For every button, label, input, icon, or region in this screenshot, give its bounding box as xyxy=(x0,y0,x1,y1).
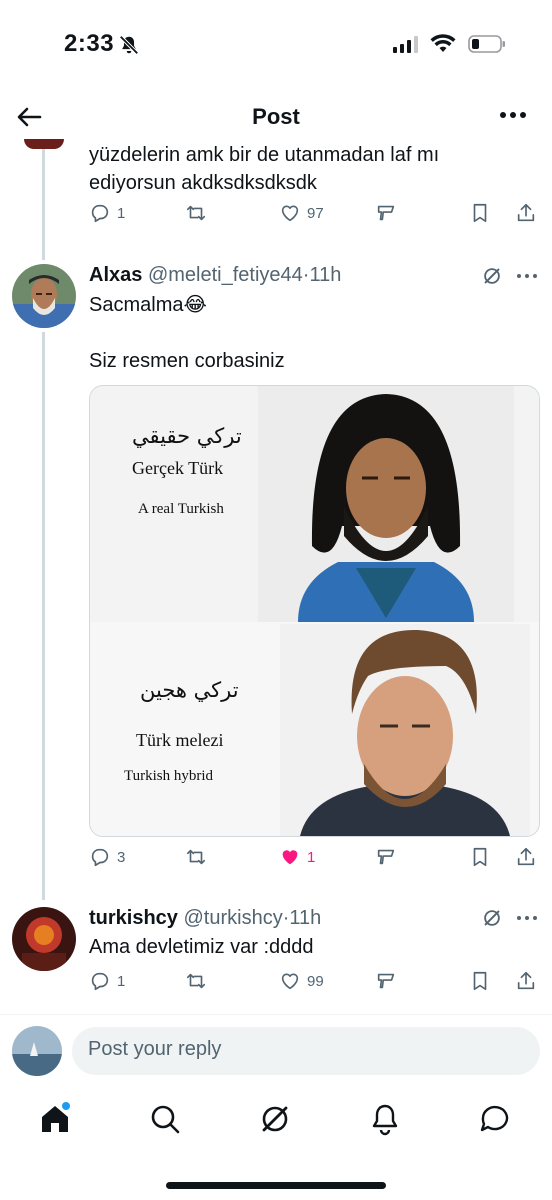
parent-post-actions: 1 97 xyxy=(89,202,541,232)
like-icon xyxy=(282,850,298,865)
reply-button[interactable]: 1 xyxy=(89,970,125,992)
avatar-turkishcy-image xyxy=(12,907,76,971)
post-time: 11h xyxy=(309,264,342,286)
messages-icon[interactable] xyxy=(478,1102,512,1136)
like-button[interactable]: 99 xyxy=(279,970,324,992)
bottom-tab-bar xyxy=(0,1088,552,1158)
repost-icon xyxy=(186,849,206,865)
share-icon xyxy=(517,847,535,866)
share-button[interactable] xyxy=(515,970,537,992)
meme-bottom-arabic: تركي هجين xyxy=(140,678,239,702)
more-icon[interactable] xyxy=(498,110,528,120)
meme-bottom-english: Turkish hybrid xyxy=(124,768,214,784)
reply-count: 1 xyxy=(117,972,126,990)
views-icon xyxy=(377,849,395,865)
reply-count: 1 xyxy=(117,204,126,222)
top-header: Post xyxy=(0,92,552,142)
page-title: Post xyxy=(252,104,300,129)
reply-button[interactable]: 1 xyxy=(89,202,125,224)
post-header-alxas: Alxas @meleti_fetiye44·11h xyxy=(89,264,342,286)
repost-icon xyxy=(186,973,206,989)
avatar-turkishcy[interactable] xyxy=(12,907,76,971)
home-indicator xyxy=(166,1182,386,1189)
meme-photo-hybrid-turk xyxy=(280,624,530,836)
like-count: 1 xyxy=(307,848,316,866)
post-time: 11h xyxy=(289,907,322,929)
home-icon[interactable] xyxy=(38,1102,72,1136)
reply-icon xyxy=(91,848,109,867)
my-avatar-image xyxy=(12,1026,62,1076)
repost-icon xyxy=(186,205,206,221)
share-button[interactable] xyxy=(515,846,537,868)
post-actions-alxas: 3 1 xyxy=(89,846,541,876)
search-icon[interactable] xyxy=(148,1102,182,1136)
thread-line xyxy=(42,142,45,260)
grok-icon[interactable] xyxy=(481,265,503,287)
bookmark-icon xyxy=(473,847,487,867)
post-actions-turkishcy: 1 99 xyxy=(89,970,541,1000)
share-button[interactable] xyxy=(515,202,537,224)
wifi-icon xyxy=(430,34,456,52)
like-button[interactable]: 97 xyxy=(279,202,324,224)
grok-icon[interactable] xyxy=(258,1102,292,1136)
post-text: Ama devletimiz var :dddd xyxy=(89,936,314,958)
meme-top-arabic: تركي حقيقي xyxy=(132,424,242,448)
views-icon xyxy=(377,205,395,221)
like-count: 99 xyxy=(307,972,324,990)
thread-line xyxy=(42,332,45,900)
grok-icon[interactable] xyxy=(481,907,503,929)
my-avatar[interactable] xyxy=(12,1026,62,1076)
meme-photo-real-turk xyxy=(258,386,514,622)
share-icon xyxy=(517,203,535,222)
reply-bar: Post your reply xyxy=(0,1015,552,1085)
reply-button[interactable]: 3 xyxy=(89,846,125,868)
bookmark-button[interactable] xyxy=(469,202,491,224)
notifications-icon[interactable] xyxy=(368,1102,402,1136)
cellular-signal-icon xyxy=(393,35,418,53)
views-button[interactable] xyxy=(375,846,397,868)
bookmark-icon xyxy=(473,971,487,991)
parent-post-text: yüzdelerin amk bir de utanmadan laf mı e… xyxy=(89,144,440,194)
avatar-alxas-image xyxy=(12,264,76,328)
meme-top-turkish: Gerçek Türk xyxy=(132,458,224,478)
post-text-line1: Sacmalma😂 xyxy=(89,294,207,316)
bookmark-button[interactable] xyxy=(469,846,491,868)
display-name[interactable]: turkishcy xyxy=(89,907,178,929)
views-icon xyxy=(377,973,395,989)
meme-top-english: A real Turkish xyxy=(138,501,224,517)
views-button[interactable] xyxy=(375,202,397,224)
more-icon[interactable] xyxy=(516,272,538,280)
display-name[interactable]: Alxas xyxy=(89,264,142,286)
status-time: 2:33 xyxy=(64,30,115,57)
more-icon[interactable] xyxy=(516,914,538,922)
views-button[interactable] xyxy=(375,970,397,992)
meme-bottom-turkish: Türk melezi xyxy=(136,730,224,750)
avatar-alxas[interactable] xyxy=(12,264,76,328)
parent-avatar-edge xyxy=(24,139,64,149)
repost-button[interactable] xyxy=(185,202,207,224)
reply-icon xyxy=(91,204,109,223)
reply-input[interactable]: Post your reply xyxy=(72,1027,540,1075)
repost-button[interactable] xyxy=(185,846,207,868)
post-header-turkishcy: turkishcy @turkishcy·11h xyxy=(89,907,322,929)
bell-off-icon xyxy=(119,35,139,55)
bookmark-button[interactable] xyxy=(469,970,491,992)
post-text-line2: Siz resmen corbasiniz xyxy=(89,350,285,372)
like-icon xyxy=(281,205,299,222)
user-handle[interactable]: @meleti_fetiye44 xyxy=(148,264,303,286)
bookmark-icon xyxy=(473,203,487,223)
user-handle[interactable]: @turkishcy xyxy=(184,907,283,929)
battery-icon xyxy=(468,35,505,53)
reply-icon xyxy=(91,972,109,991)
like-button[interactable]: 1 xyxy=(279,846,315,868)
like-count: 97 xyxy=(307,204,324,222)
repost-button[interactable] xyxy=(185,970,207,992)
like-icon xyxy=(281,973,299,990)
reply-count: 3 xyxy=(117,848,126,866)
share-icon xyxy=(517,971,535,990)
status-bar: 2:33 xyxy=(0,0,552,90)
post-image[interactable]: تركي حقيقي Gerçek Türk A real Turkish تر… xyxy=(89,385,540,837)
